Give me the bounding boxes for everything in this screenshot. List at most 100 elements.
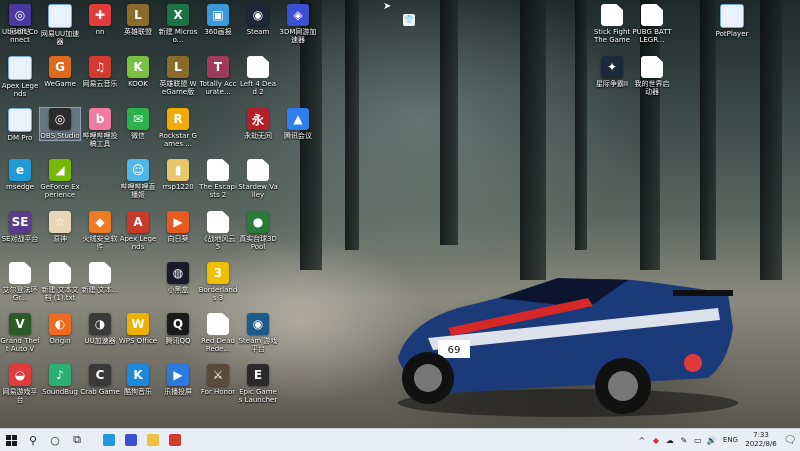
desktop-icon[interactable]: ♫ 网易云音乐 bbox=[80, 56, 120, 88]
desktop-icon[interactable]: 艾尔登法环 Gr... bbox=[0, 262, 40, 302]
desktop-icon[interactable]: ◆ 火绒安全软件 bbox=[80, 211, 120, 251]
desktop-icon[interactable]: L 英雄联盟 WeGame版 bbox=[158, 56, 198, 96]
pen-icon[interactable]: ✎ bbox=[678, 436, 690, 445]
desktop-icon[interactable]: ▮ rrsp1220 bbox=[158, 159, 198, 191]
desktop-icon[interactable]: G WeGame bbox=[40, 56, 80, 88]
taskbar-app-edge[interactable] bbox=[98, 429, 120, 451]
desktop-icon[interactable]: ☺ 哔哩哔哩直播姬 bbox=[118, 159, 158, 199]
desktop-icon[interactable]: ● 真实台球3D Pool bbox=[238, 211, 278, 251]
tree-trunk bbox=[700, 0, 716, 260]
desktop-icon-label: WeGame bbox=[44, 80, 76, 88]
desktop-icon[interactable]: 网易UU加速器 bbox=[40, 4, 80, 46]
desktop-icon[interactable]: PotPlayer bbox=[712, 4, 752, 38]
desktop-icon[interactable]: K KOOK bbox=[118, 56, 158, 88]
desktop-icon[interactable]: Stardew Valley bbox=[238, 159, 278, 199]
edge-icon bbox=[103, 434, 115, 446]
desktop-icon[interactable]: b 哔哩哔哩投稿工具 bbox=[80, 108, 120, 148]
desktop-icon-label: Epic Games Launcher bbox=[238, 388, 278, 404]
tray-overflow-chevron-icon[interactable]: ^ bbox=[636, 436, 648, 445]
clock[interactable]: 7:33 2022/8/6 bbox=[742, 431, 780, 449]
app-icon: L bbox=[167, 56, 189, 78]
app-icon bbox=[89, 262, 111, 284]
tray-app-icon[interactable]: ◆ bbox=[650, 436, 662, 445]
network-icon[interactable]: ▭ bbox=[692, 436, 704, 445]
desktop-icon[interactable]: Apex Legends bbox=[0, 56, 40, 98]
desktop-icon[interactable]: ◉ Steam 游戏平台 bbox=[238, 313, 278, 353]
app-icon: ◎ bbox=[49, 108, 71, 130]
desktop-icon[interactable]: 新建 文本文档 (1).txt bbox=[40, 262, 80, 302]
desktop-icon[interactable]: ▣ 360画报 bbox=[198, 4, 238, 36]
desktop-icon[interactable]: 新建 文本... bbox=[80, 262, 120, 294]
desktop-icon[interactable]: Q 腾讯QQ bbox=[158, 313, 198, 345]
taskbar-app-steam-like[interactable] bbox=[120, 429, 142, 451]
desktop-icon-label: 星际争霸II bbox=[595, 80, 629, 88]
desktop-icon[interactable]: Left 4 Dead 2 bbox=[238, 56, 278, 96]
app-icon: L bbox=[127, 4, 149, 26]
desktop-icon[interactable]: ◉ Steam bbox=[238, 4, 278, 36]
desktop-icon[interactable]: R Rockstar Games ... bbox=[158, 108, 198, 148]
desktop-icon[interactable]: 3 Borderlands 3 bbox=[198, 262, 238, 302]
desktop-icon[interactable]: C Crab Game bbox=[80, 364, 120, 396]
desktop-icon[interactable]: ◈ 3DM网游加速器 bbox=[278, 4, 318, 44]
desktop-icon[interactable]: K 酷狗音乐 bbox=[118, 364, 158, 396]
desktop-icon[interactable]: SE SE对战平台 bbox=[0, 211, 40, 243]
app-icon: ◉ bbox=[247, 313, 269, 335]
desktop-icon[interactable]: 我的世界启动器 bbox=[632, 56, 672, 96]
desktop-icon[interactable]: e msedge bbox=[0, 159, 40, 191]
input-language[interactable]: ENG bbox=[723, 436, 738, 444]
desktop-icon[interactable]: T Totally Accurate... bbox=[198, 56, 238, 96]
taskbar-app-file-explorer[interactable] bbox=[142, 429, 164, 451]
desktop-icon-label: Ubisoft Connect bbox=[2, 28, 38, 44]
desktop-icon[interactable]: V Grand Theft Auto V bbox=[0, 313, 40, 353]
circle-icon: ○ bbox=[50, 433, 60, 447]
desktop-icon[interactable]: A Apex Legends bbox=[118, 211, 158, 251]
desktop-icon-label: 360画报 bbox=[204, 28, 232, 36]
desktop-icon[interactable]: ◎ OBS Studio bbox=[39, 107, 81, 141]
desktop-icon[interactable]: The Escapists 2 bbox=[198, 159, 238, 199]
tree-trunk bbox=[520, 0, 546, 280]
desktop-icon[interactable]: DM Pro bbox=[0, 108, 40, 142]
desktop-icon[interactable]: W WPS Office bbox=[118, 313, 158, 345]
desktop-icon[interactable]: ✉ 微信 bbox=[118, 108, 158, 140]
desktop-icon[interactable]: ▲ 腾讯会议 bbox=[278, 108, 318, 140]
app-icon: T bbox=[207, 56, 229, 78]
volume-icon[interactable]: 🔊 bbox=[706, 436, 718, 445]
desktop-icon[interactable]: ◢ GeForce Experience bbox=[40, 159, 80, 199]
desktop-icon[interactable]: ▶ 乐播投屏 bbox=[158, 364, 198, 396]
cortana-button[interactable]: ○ bbox=[44, 429, 66, 451]
desktop-icon-label: 火绒安全软件 bbox=[82, 235, 118, 251]
desktop-icon[interactable]: 《战地风云 5 bbox=[198, 211, 238, 251]
app-icon: C bbox=[89, 364, 111, 386]
desktop-icon[interactable]: ◐ Origin bbox=[40, 313, 80, 345]
desktop-icon[interactable]: 永永劫无间 bbox=[238, 108, 278, 140]
desktop-icon[interactable]: ✚ nn bbox=[80, 4, 120, 36]
desktop-icon[interactable]: ▶ 向日葵 bbox=[158, 211, 198, 243]
desktop-icon[interactable]: ◑ UU加速器 bbox=[80, 313, 120, 345]
shirt-icon[interactable]: 👕 bbox=[403, 14, 415, 26]
desktop-icon[interactable]: X 新建 Microso... bbox=[158, 4, 198, 44]
desktop-icon[interactable]: Stick Fight The Game bbox=[592, 4, 632, 44]
desktop-icon[interactable]: ✦ 星际争霸II bbox=[592, 56, 632, 88]
desktop-icon[interactable]: L 英雄联盟 bbox=[118, 4, 158, 36]
start-button[interactable] bbox=[0, 429, 22, 451]
search-button[interactable]: ⚲ bbox=[22, 429, 44, 451]
desktop-icon[interactable]: PUBG BATTLEGR... bbox=[632, 4, 672, 44]
desktop-icon[interactable]: Red Dead Rede... bbox=[198, 313, 238, 353]
desktop-icon[interactable]: ♪ SoundBug bbox=[40, 364, 80, 396]
desktop-icon[interactable]: ⚔ For Honor bbox=[198, 364, 238, 396]
task-view-button[interactable]: ⧉ bbox=[66, 429, 88, 451]
desktop-icon-label: SoundBug bbox=[42, 388, 78, 396]
app-icon: G bbox=[49, 56, 71, 78]
taskbar-app-netease-music[interactable] bbox=[164, 429, 186, 451]
desktop-icon[interactable]: E Epic Games Launcher bbox=[238, 364, 278, 404]
desktop-icon[interactable]: ◒ 网易游戏平台 bbox=[0, 364, 40, 404]
desktop-icon-label: 网易游戏平台 bbox=[2, 388, 38, 404]
app-icon bbox=[247, 56, 269, 78]
desktop-icon[interactable]: ☆ 原神 bbox=[40, 211, 80, 243]
app-icon bbox=[8, 108, 32, 132]
desktop-icon[interactable]: ◍ 小黑盒 bbox=[158, 262, 198, 294]
desktop-icon[interactable]: ◎ Ubisoft Connect bbox=[0, 4, 40, 44]
notification-center-icon[interactable]: 🗨 bbox=[780, 435, 800, 446]
desktop[interactable]: 69 ➤ 👕 🗑回收站网易UU加速器✚nnL英雄联盟X新建 Microso...… bbox=[0, 0, 800, 428]
cloud-icon[interactable]: ☁ bbox=[664, 436, 676, 445]
